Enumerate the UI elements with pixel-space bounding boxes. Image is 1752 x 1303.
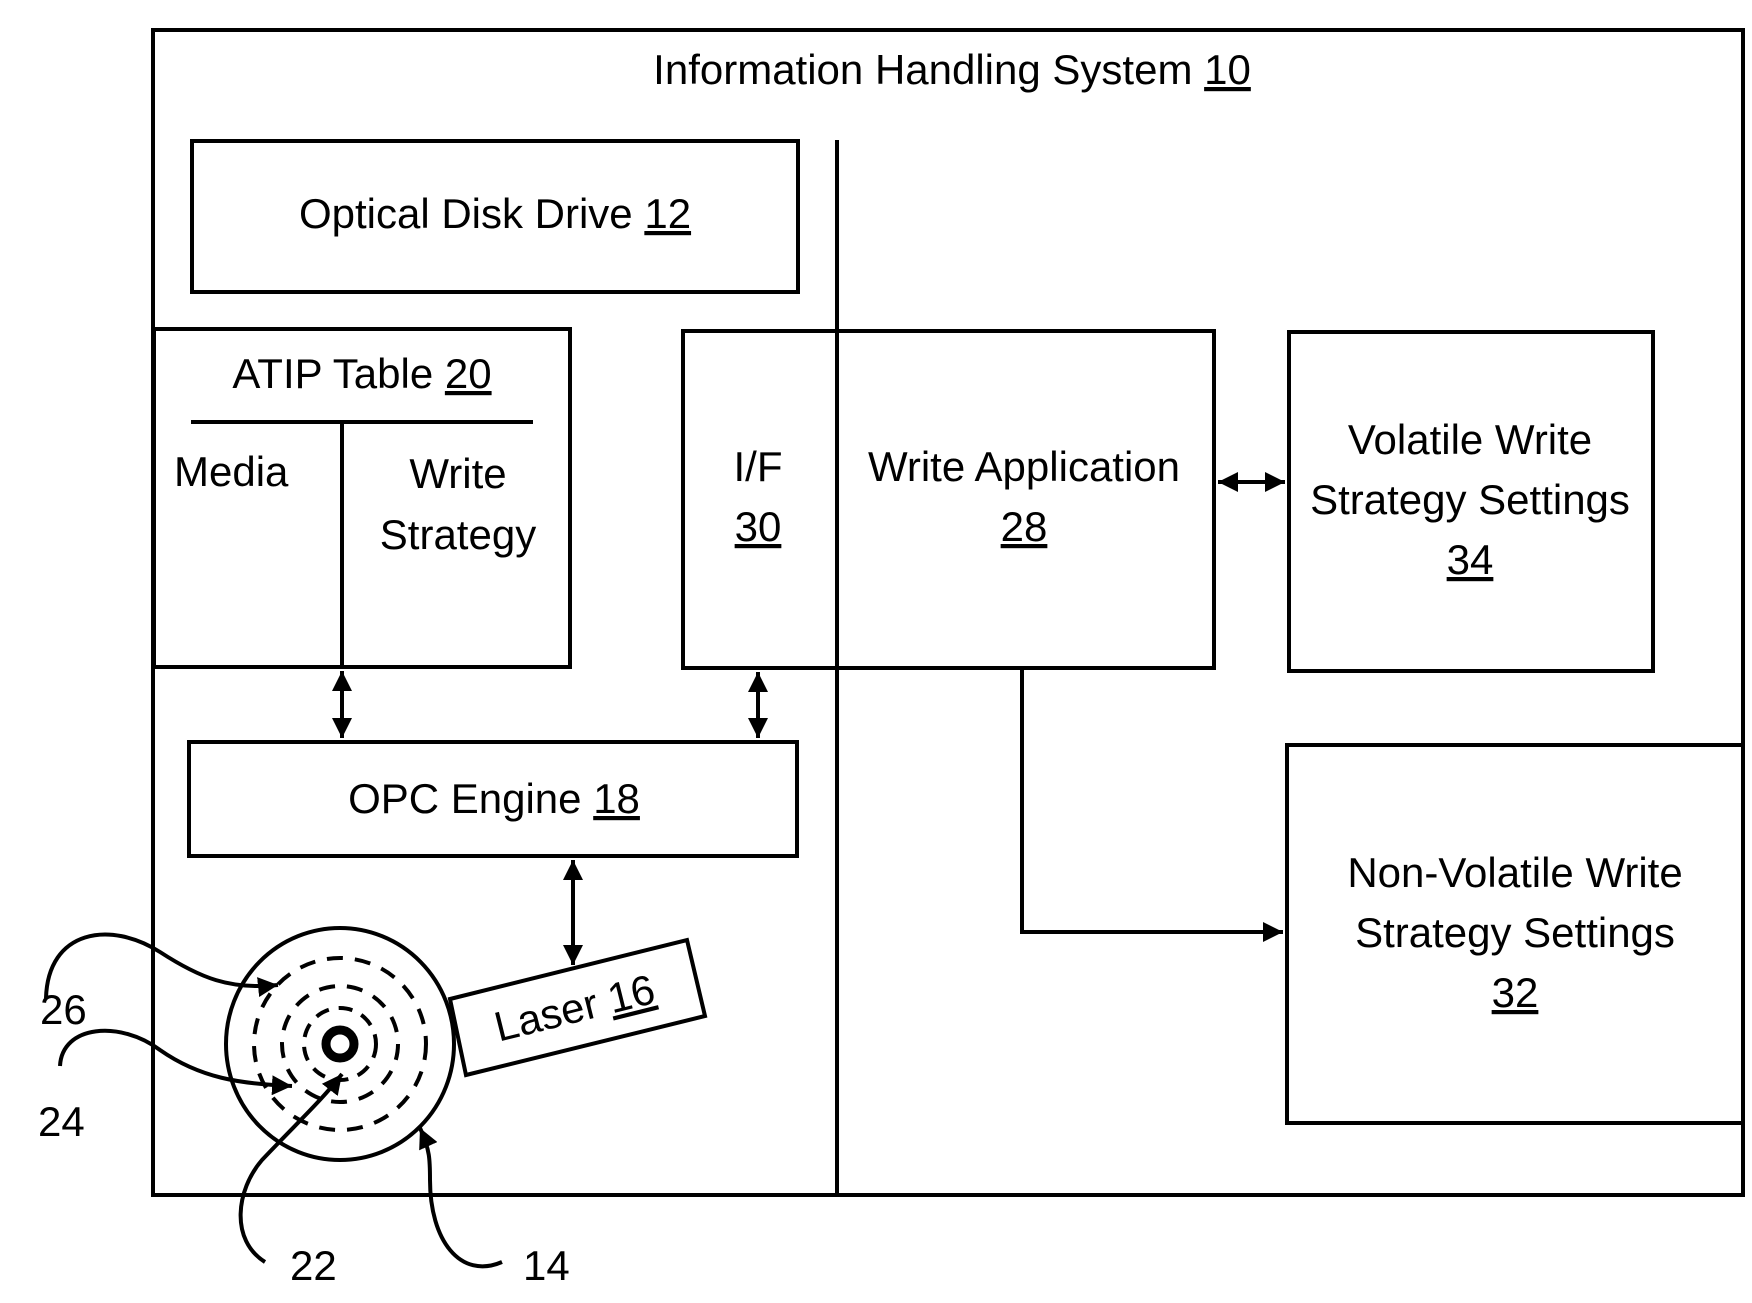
optical-disc <box>224 926 456 1162</box>
callout-14: 14 <box>523 1242 570 1289</box>
write-application-ref: 28 <box>1001 503 1048 550</box>
volatile-settings-ref: 34 <box>1447 536 1494 583</box>
atip-table-title: ATIP Table 20 <box>232 350 491 397</box>
write-application-label: Write Application <box>868 443 1180 490</box>
callout-leader-14 <box>418 1127 503 1269</box>
interface-ref: 30 <box>735 503 782 550</box>
interface-label: I/F <box>734 443 783 490</box>
nonvolatile-settings-line2: Strategy Settings <box>1355 909 1675 956</box>
nonvolatile-settings-ref: 32 <box>1492 969 1539 1016</box>
volatile-settings-line2: Strategy Settings <box>1310 476 1630 523</box>
atip-column-write-strategy-line2: Strategy <box>380 511 536 558</box>
opc-engine-label: OPC Engine 18 <box>348 775 640 822</box>
callout-22: 22 <box>290 1242 337 1289</box>
callout-26: 26 <box>40 986 87 1033</box>
callout-24: 24 <box>38 1098 85 1145</box>
atip-column-media: Media <box>174 448 289 495</box>
atip-column-write-strategy-line1: Write <box>409 450 506 497</box>
diagram-canvas: Information Handling System 10 Optical D… <box>38 28 1745 1289</box>
nonvolatile-settings-line1: Non-Volatile Write <box>1347 849 1682 896</box>
write-application-box[interactable] <box>681 329 1216 670</box>
optical-disk-drive-label: Optical Disk Drive 12 <box>299 190 691 237</box>
system-title: Information Handling System 10 <box>653 46 1251 93</box>
arrow-write-app-nonvolatile <box>1020 670 1283 942</box>
volatile-settings-line1: Volatile Write <box>1348 416 1592 463</box>
